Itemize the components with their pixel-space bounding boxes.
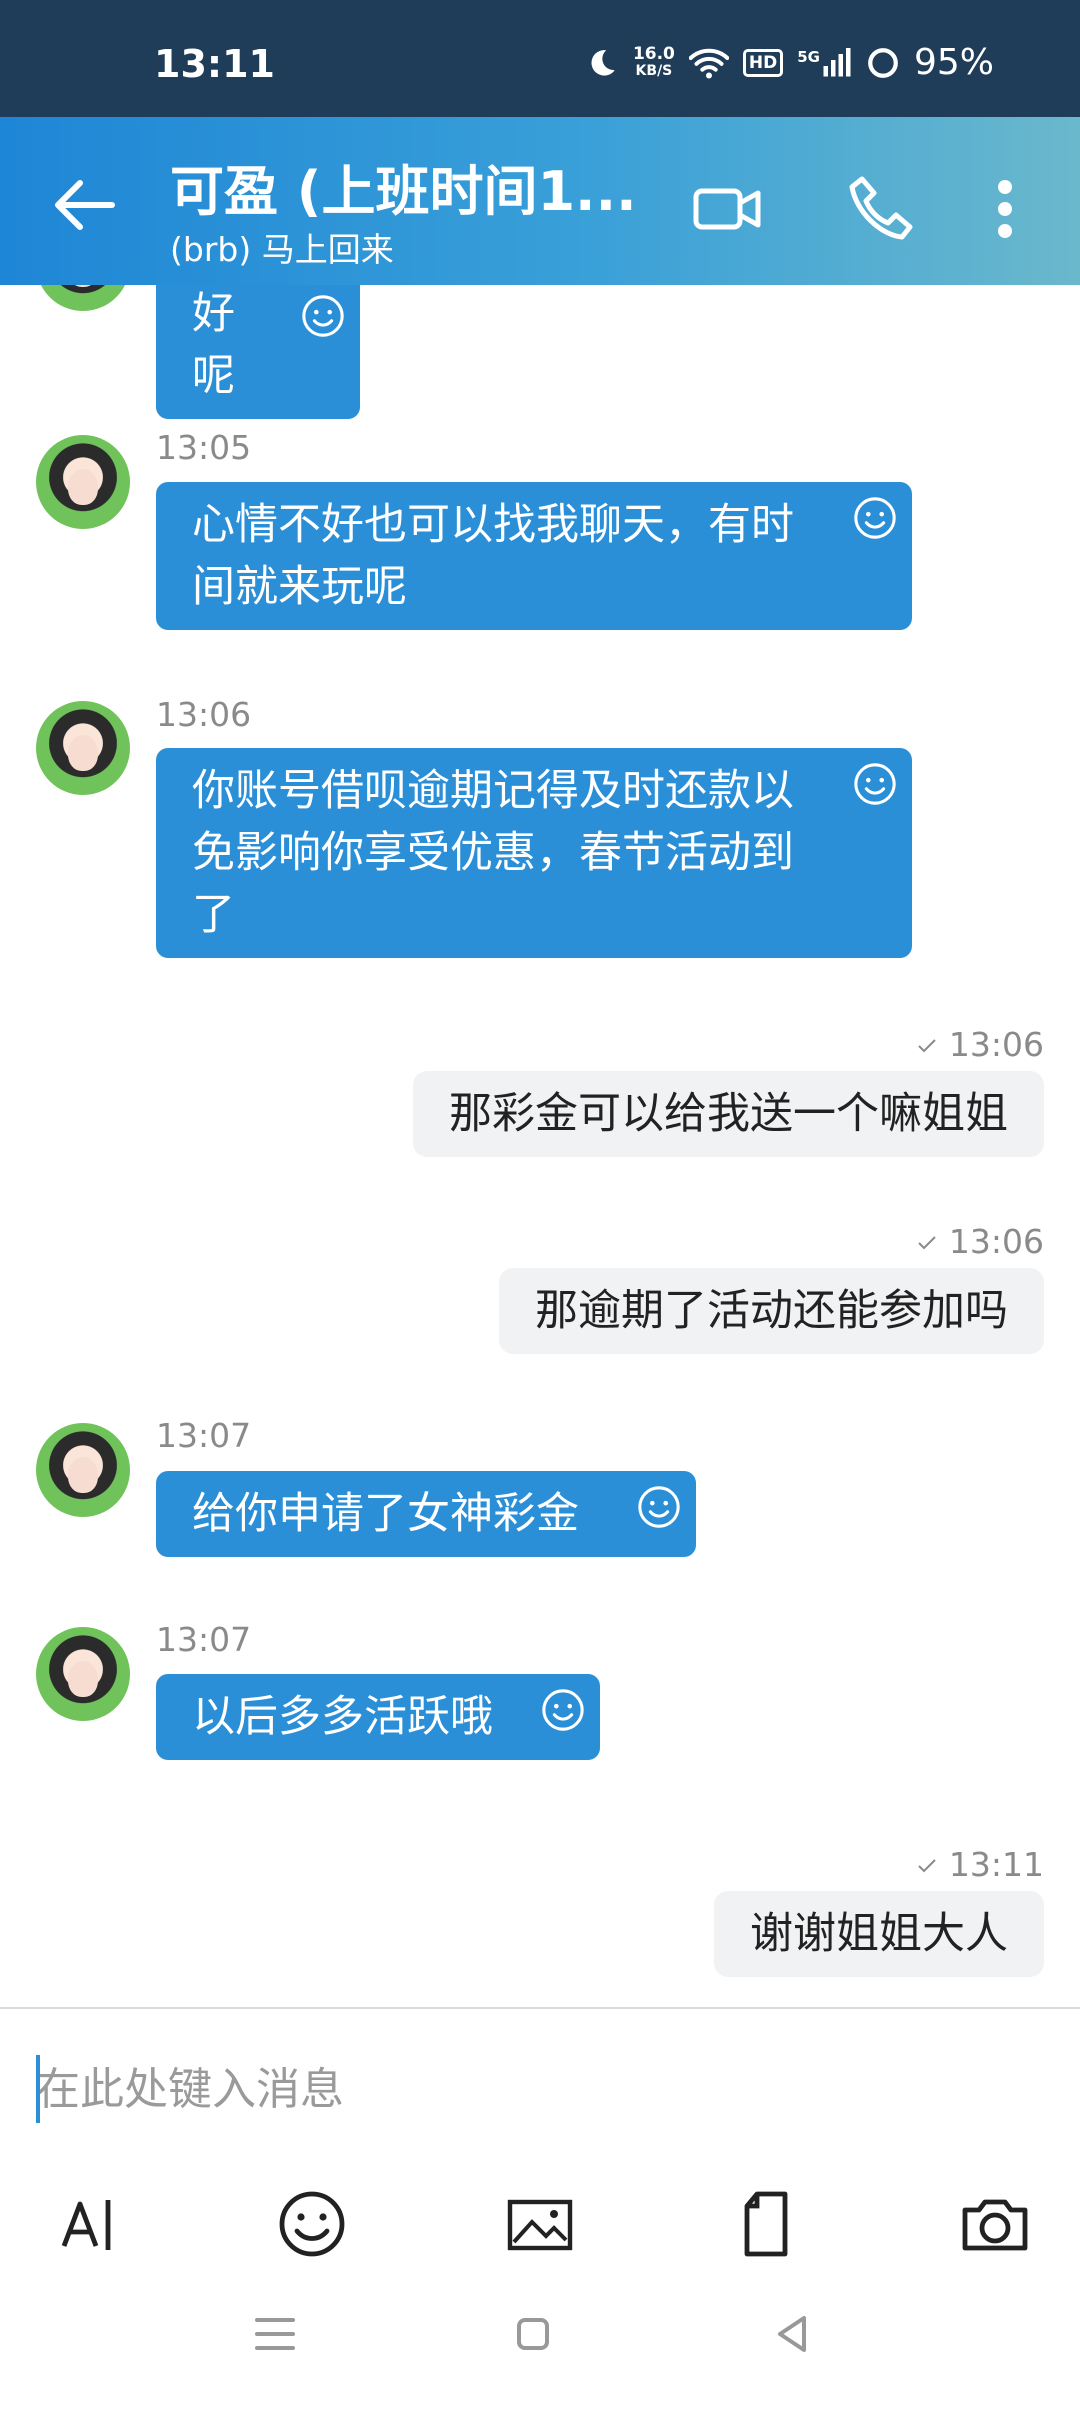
message-time: 13:05: [156, 428, 252, 467]
contact-avatar[interactable]: [36, 1423, 130, 1517]
contact-name[interactable]: 可盈 (上班时间1...: [170, 147, 637, 226]
more-vert-icon: [998, 180, 1012, 238]
react-smiley-icon[interactable]: [300, 293, 346, 339]
text-cursor: [36, 2055, 40, 2123]
network-type: 5G: [797, 47, 820, 66]
react-smiley-icon[interactable]: [540, 1687, 586, 1733]
contact-avatar[interactable]: [36, 701, 130, 795]
image-button[interactable]: [500, 2184, 580, 2264]
back-button[interactable]: [44, 165, 124, 245]
wifi-icon: [688, 46, 729, 80]
sent-check-icon: [918, 1038, 936, 1052]
message-list[interactable]: 好呢 13:05 心情不好也可以找我聊天，有时间就来玩呢 13:06 你账号借呗…: [0, 285, 1080, 2007]
nav-home-button[interactable]: [503, 2304, 563, 2364]
chat-header: 可盈 (上班时间1... (brb) 马上回来: [0, 117, 1080, 285]
back-arrow-icon: [55, 180, 115, 230]
network-speed: 16.0 KB/S: [632, 43, 675, 80]
sent-check-icon: [918, 1235, 936, 1249]
contact-status: (brb) 马上回来: [170, 230, 394, 269]
network-speed-value: 16.0: [632, 43, 675, 64]
message-text: 那逾期了活动还能参加吗: [535, 1286, 1008, 1336]
nav-back-button[interactable]: [762, 2304, 822, 2364]
contact-avatar[interactable]: [36, 435, 130, 529]
sent-meta: 13:06: [915, 1025, 1044, 1064]
sent-meta: 13:11: [915, 1845, 1044, 1884]
moon-icon: [585, 46, 619, 80]
text-format-icon: [61, 2200, 111, 2250]
message-input[interactable]: [36, 2054, 1036, 2124]
video-call-icon: [693, 188, 761, 230]
home-square-icon: [517, 2318, 549, 2350]
outgoing-message[interactable]: 那逾期了活动还能参加吗: [499, 1268, 1044, 1354]
message-time: 13:11: [948, 1845, 1044, 1884]
image-icon: [507, 2199, 573, 2251]
message-text: 谢谢姐姐大人: [750, 1909, 1008, 1959]
message-text: 以后多多活跃哦: [192, 1692, 493, 1742]
message-text: 那彩金可以给我送一个嘛姐姐: [449, 1089, 1008, 1139]
status-bar: 13:11 16.0 KB/S HD 5G 95%: [0, 0, 1080, 117]
emoji-icon: [279, 2191, 345, 2257]
message-text: 给你申请了女神彩金: [192, 1489, 579, 1539]
message-time: 13:07: [156, 1416, 252, 1455]
message-time: 13:06: [948, 1025, 1044, 1064]
status-icons: 16.0 KB/S HD 5G 95%: [585, 42, 994, 83]
react-smiley-icon[interactable]: [636, 1484, 682, 1530]
incoming-message[interactable]: 以后多多活跃哦: [156, 1674, 600, 1760]
phone-icon: [849, 176, 913, 240]
back-triangle-icon: [778, 2316, 806, 2352]
camera-icon: [962, 2199, 1028, 2251]
contact-avatar[interactable]: [36, 285, 130, 311]
network-speed-unit: KB/S: [635, 62, 673, 79]
file-icon: [744, 2191, 788, 2257]
battery-percent: 95%: [913, 42, 994, 83]
incoming-message[interactable]: 你账号借呗逾期记得及时还款以免影响你享受优惠，春节活动到了: [156, 748, 912, 958]
battery-ring-icon: [866, 46, 900, 80]
message-text: 你账号借呗逾期记得及时还款以免影响你享受优惠，春节活动到了: [192, 766, 794, 940]
file-button[interactable]: [727, 2184, 807, 2264]
message-time: 13:06: [156, 695, 252, 734]
voice-call-button[interactable]: [842, 169, 922, 249]
incoming-message[interactable]: 心情不好也可以找我聊天，有时间就来玩呢: [156, 482, 912, 630]
outgoing-message[interactable]: 那彩金可以给我送一个嘛姐姐: [413, 1071, 1044, 1157]
nav-menu-button[interactable]: [245, 2304, 305, 2364]
message-time: 13:07: [156, 1620, 252, 1659]
cellular-signal-icon: 5G: [797, 47, 852, 78]
sent-meta: 13:06: [915, 1222, 1044, 1261]
contact-avatar[interactable]: [36, 1627, 130, 1721]
emoji-button[interactable]: [272, 2184, 352, 2264]
menu-icon: [255, 2318, 295, 2350]
outgoing-message[interactable]: 谢谢姐姐大人: [714, 1891, 1044, 1977]
message-text: 心情不好也可以找我聊天，有时间就来玩呢: [192, 500, 794, 612]
composer: [0, 2007, 1080, 2412]
camera-button[interactable]: [955, 2184, 1035, 2264]
status-time: 13:11: [154, 42, 275, 86]
react-smiley-icon[interactable]: [852, 761, 898, 807]
text-format-button[interactable]: [50, 2184, 130, 2264]
sent-check-icon: [918, 1858, 936, 1872]
chat-screen: 13:11 16.0 KB/S HD 5G 95% 可盈 (上班时间1... (…: [0, 0, 1080, 2412]
incoming-message[interactable]: 给你申请了女神彩金: [156, 1471, 696, 1557]
message-time: 13:06: [948, 1222, 1044, 1261]
message-text: 好呢: [192, 289, 235, 401]
more-options-button[interactable]: [975, 169, 1035, 249]
hd-badge: HD: [742, 48, 784, 77]
video-call-button[interactable]: [688, 169, 768, 249]
react-smiley-icon[interactable]: [852, 495, 898, 541]
